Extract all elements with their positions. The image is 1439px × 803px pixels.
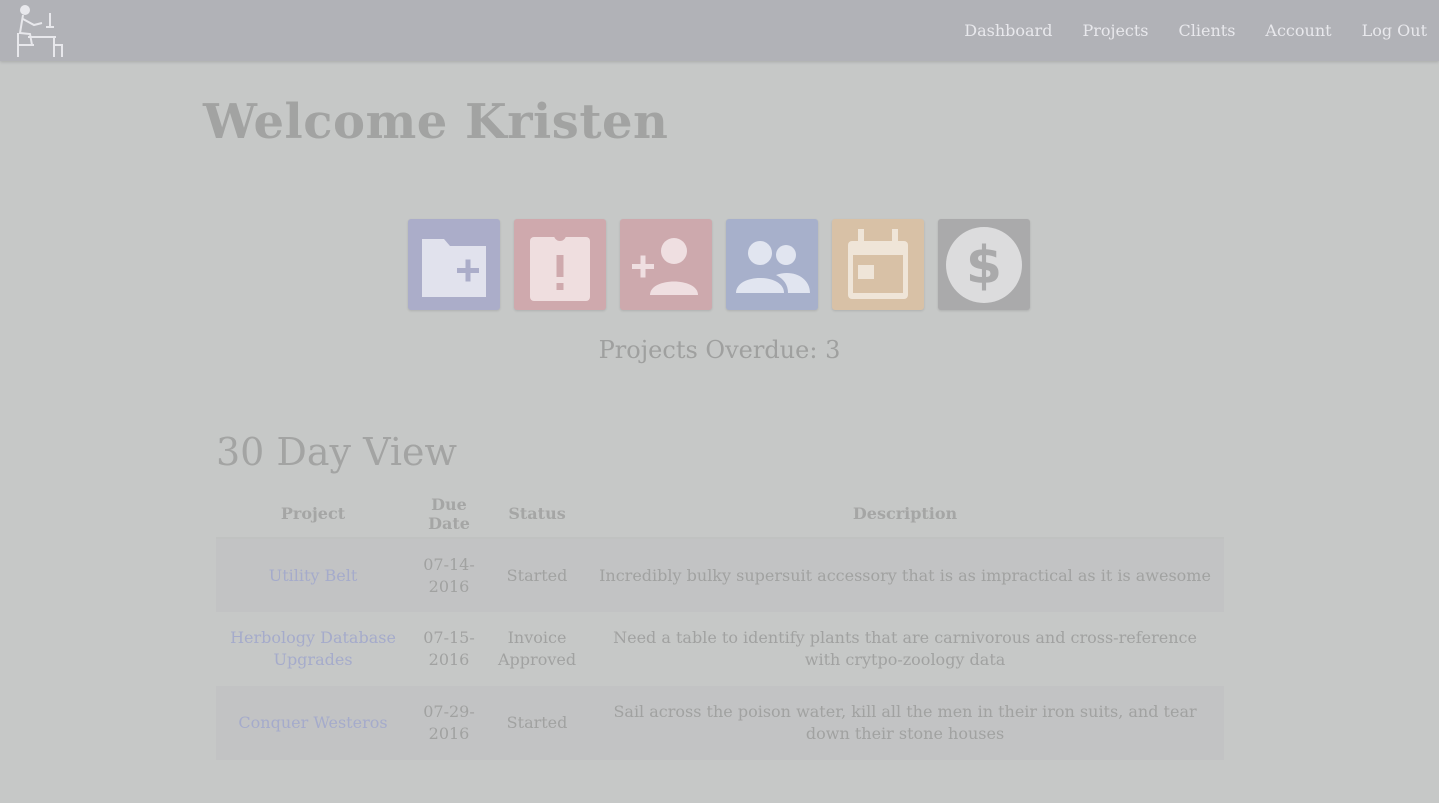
projects-overdue-summary: Projects Overdue: 3 [0,336,1439,364]
project-link[interactable]: Herbology Database Upgrades [216,612,410,686]
nav-projects-link[interactable]: Projects [1082,21,1148,40]
description-cell: Sail across the poison water, kill all t… [613,702,1197,743]
clients-button[interactable] [726,219,818,310]
top-navbar: Dashboard Projects Clients Account Log O… [0,0,1439,61]
column-header-description: Description [586,490,1224,539]
nav-dashboard-link[interactable]: Dashboard [964,21,1052,40]
overdue-label: Projects Overdue: [598,336,818,364]
invoices-button[interactable]: $ [938,219,1030,310]
folder-add-icon [422,238,486,297]
column-header-due-date: Due Date [410,490,488,539]
table-row: Herbology Database Upgrades 07-15-2016 I… [216,612,1224,686]
nav-links: Dashboard Projects Clients Account Log O… [964,0,1439,61]
desk-worker-logo-icon[interactable] [14,3,66,59]
description-cell: Incredibly bulky supersuit accessory tha… [599,565,1211,585]
quick-action-tiles: $ [408,219,1044,310]
project-link[interactable]: Conquer Westeros [216,686,410,760]
calendar-icon [848,228,908,299]
table-header-row: Project Due Date Status Description [216,490,1224,539]
alert-clipboard-icon [530,228,590,301]
calendar-button[interactable] [832,219,924,310]
new-project-button[interactable] [408,219,500,310]
nav-logout-link[interactable]: Log Out [1362,21,1427,40]
status-cell: Invoice Approved [498,628,577,669]
svg-text:$: $ [966,236,1002,296]
project-link[interactable]: Utility Belt [216,538,410,612]
column-header-status: Status [488,490,587,539]
thirty-day-table: Project Due Date Status Description Util… [216,490,1224,760]
thirty-day-view-title: 30 Day View [216,430,458,474]
status-cell: Started [506,713,568,732]
add-person-icon [632,237,698,295]
overdue-projects-button[interactable] [514,219,606,310]
dollar-icon: $ [946,226,1022,303]
status-cell: Started [506,565,568,585]
page-title: Welcome Kristen [203,94,669,150]
table-row: Conquer Westeros 07-29-2016 Started Sail… [216,686,1224,760]
description-cell: Need a table to identify plants that are… [613,628,1197,669]
add-client-button[interactable] [620,219,712,310]
due-date-cell: 07-14-2016 [423,554,475,596]
overdue-count: 3 [825,336,841,364]
table-row: Utility Belt 07-14-2016 Started Incredib… [216,538,1224,612]
nav-account-link[interactable]: Account [1265,21,1331,40]
column-header-project: Project [216,490,410,539]
due-date-cell: 07-29-2016 [423,702,475,743]
due-date-cell: 07-15-2016 [423,628,475,669]
nav-clients-link[interactable]: Clients [1179,21,1236,40]
group-icon [736,240,810,293]
